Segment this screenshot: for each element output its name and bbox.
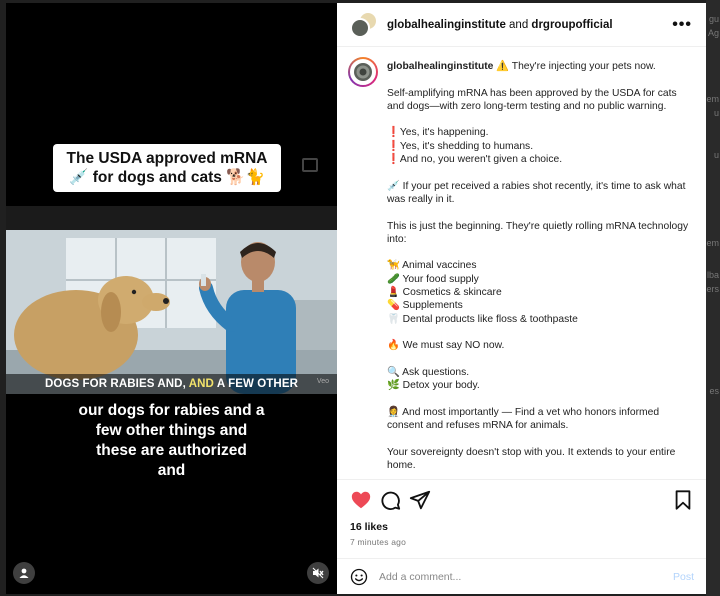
post-caption: globalhealinginstitute ⚠️ They're inject… bbox=[387, 60, 695, 479]
subtitle-strip-highlight: AND bbox=[188, 378, 214, 390]
edge-fragment: em bbox=[706, 238, 719, 248]
caption-list-item: ❗Yes, it's shedding to humans. bbox=[387, 140, 534, 152]
edge-fragment: em bbox=[706, 94, 719, 104]
caption-list-item: 🔍 Ask questions. bbox=[387, 366, 470, 378]
video-caption-line: The USDA approved mRNA bbox=[66, 150, 268, 167]
post-comment-button[interactable]: Post bbox=[673, 571, 694, 583]
caption-list-item: 💄 Cosmetics & skincare bbox=[387, 287, 502, 299]
post-actions: 16 likes 7 minutes ago bbox=[337, 479, 706, 559]
author-link[interactable]: globalhealinginstitute bbox=[387, 19, 506, 31]
authors-joiner: and bbox=[505, 18, 532, 31]
subtitle-strip-text: A FEW OTHER bbox=[213, 378, 298, 390]
caption-paragraph: 👩‍⚕️ And most importantly — Find a vet w… bbox=[387, 406, 660, 432]
edge-fragment: lba bbox=[706, 270, 719, 280]
video-band bbox=[6, 206, 337, 230]
video-player[interactable]: The USDA approved mRNA 💉 for dogs and ca… bbox=[6, 3, 337, 594]
collab-avatars[interactable] bbox=[350, 10, 378, 39]
seal-logo-icon bbox=[354, 63, 372, 81]
subtitle-strip-text: DOGS FOR RABIES AND, bbox=[45, 378, 189, 390]
video-subtitles: our dogs for rabies and a few other thin… bbox=[6, 401, 337, 481]
emoji-icon[interactable] bbox=[350, 568, 368, 586]
caption-paragraph: 💉 If your pet received a rabies shot rec… bbox=[387, 180, 686, 205]
more-options-button[interactable]: ••• bbox=[672, 16, 692, 34]
caption-paragraph: 🔥 We must say NO now. bbox=[387, 340, 505, 352]
caption-list-item: ❗And no, you weren't given a choice. bbox=[387, 154, 563, 166]
speaker-muted-icon bbox=[312, 567, 324, 579]
tagged-users-button[interactable] bbox=[13, 562, 35, 584]
caption-headline: ⚠️ They're injecting your pets now. bbox=[496, 61, 656, 72]
post-header: globalhealinginstitute and drgroupoffici… bbox=[337, 3, 706, 47]
heart-icon[interactable] bbox=[350, 489, 372, 511]
edge-fragment: u bbox=[713, 150, 719, 160]
caption-list-item: ❗Yes, it's happening. bbox=[387, 127, 489, 139]
author-link[interactable]: drgroupofficial bbox=[531, 19, 612, 31]
caption-author-link[interactable]: globalhealinginstitute bbox=[387, 61, 493, 72]
caption-paragraph: Self-amplifying mRNA has been approved b… bbox=[387, 87, 677, 112]
avatar-inner bbox=[350, 59, 376, 85]
share-icon[interactable] bbox=[409, 489, 431, 511]
comment-composer: Post bbox=[337, 558, 706, 594]
post-authors: globalhealinginstitute and drgroupoffici… bbox=[387, 19, 613, 31]
video-caption-card: The USDA approved mRNA 💉 for dogs and ca… bbox=[53, 144, 281, 192]
caption-list-item: 💊 Supplements bbox=[387, 300, 463, 312]
background-feed-edge: gu Ag em u u em lba ers es bbox=[706, 0, 720, 596]
caption-paragraph: Your sovereignty doesn't stop with you. … bbox=[387, 446, 676, 471]
comment-icon[interactable] bbox=[379, 489, 401, 511]
comment-input[interactable] bbox=[379, 570, 659, 583]
caption-list-item: 🥒 Your food supply bbox=[387, 273, 479, 285]
subtitle-line: and bbox=[157, 462, 186, 479]
avatar bbox=[350, 17, 370, 38]
edge-fragment: es bbox=[709, 386, 719, 396]
subtitle-line: few other things and bbox=[95, 422, 248, 439]
user-icon bbox=[19, 568, 29, 578]
burned-subtitle-strip: DOGS FOR RABIES AND, AND A FEW OTHER bbox=[6, 374, 337, 394]
caption-list-item: 🦮 Animal vaccines bbox=[387, 260, 477, 272]
caption-scroll-area[interactable]: globalhealinginstitute ⚠️ They're inject… bbox=[337, 48, 706, 479]
likes-count[interactable]: 16 likes bbox=[350, 521, 388, 533]
post-timestamp[interactable]: 7 minutes ago bbox=[350, 537, 406, 547]
caption-list-item: 🦷 Dental products like floss & toothpast… bbox=[387, 313, 578, 325]
edge-fragment: u bbox=[713, 108, 719, 118]
bookmark-icon[interactable] bbox=[672, 489, 694, 511]
vet-with-dog-image bbox=[6, 230, 337, 394]
caption-paragraph: This is just the beginning. They're quie… bbox=[387, 220, 689, 245]
edge-fragment: Ag bbox=[707, 28, 719, 38]
avatar[interactable] bbox=[348, 57, 378, 87]
post-dialog: The USDA approved mRNA 💉 for dogs and ca… bbox=[6, 3, 706, 594]
mute-button[interactable] bbox=[307, 562, 329, 584]
video-frame-icon bbox=[302, 158, 318, 172]
video-watermark: Veo bbox=[316, 378, 329, 385]
post-details-panel: globalhealinginstitute and drgroupoffici… bbox=[337, 3, 706, 594]
video-caption-line: 💉 for dogs and cats 🐕🐈 bbox=[69, 169, 265, 186]
subtitle-line: our dogs for rabies and a bbox=[78, 402, 265, 419]
caption-list-item: 🌿 Detox your body. bbox=[387, 380, 480, 392]
subtitle-line: these are authorized bbox=[96, 442, 247, 459]
edge-fragment: ers bbox=[706, 284, 719, 294]
edge-fragment: gu bbox=[708, 14, 719, 24]
